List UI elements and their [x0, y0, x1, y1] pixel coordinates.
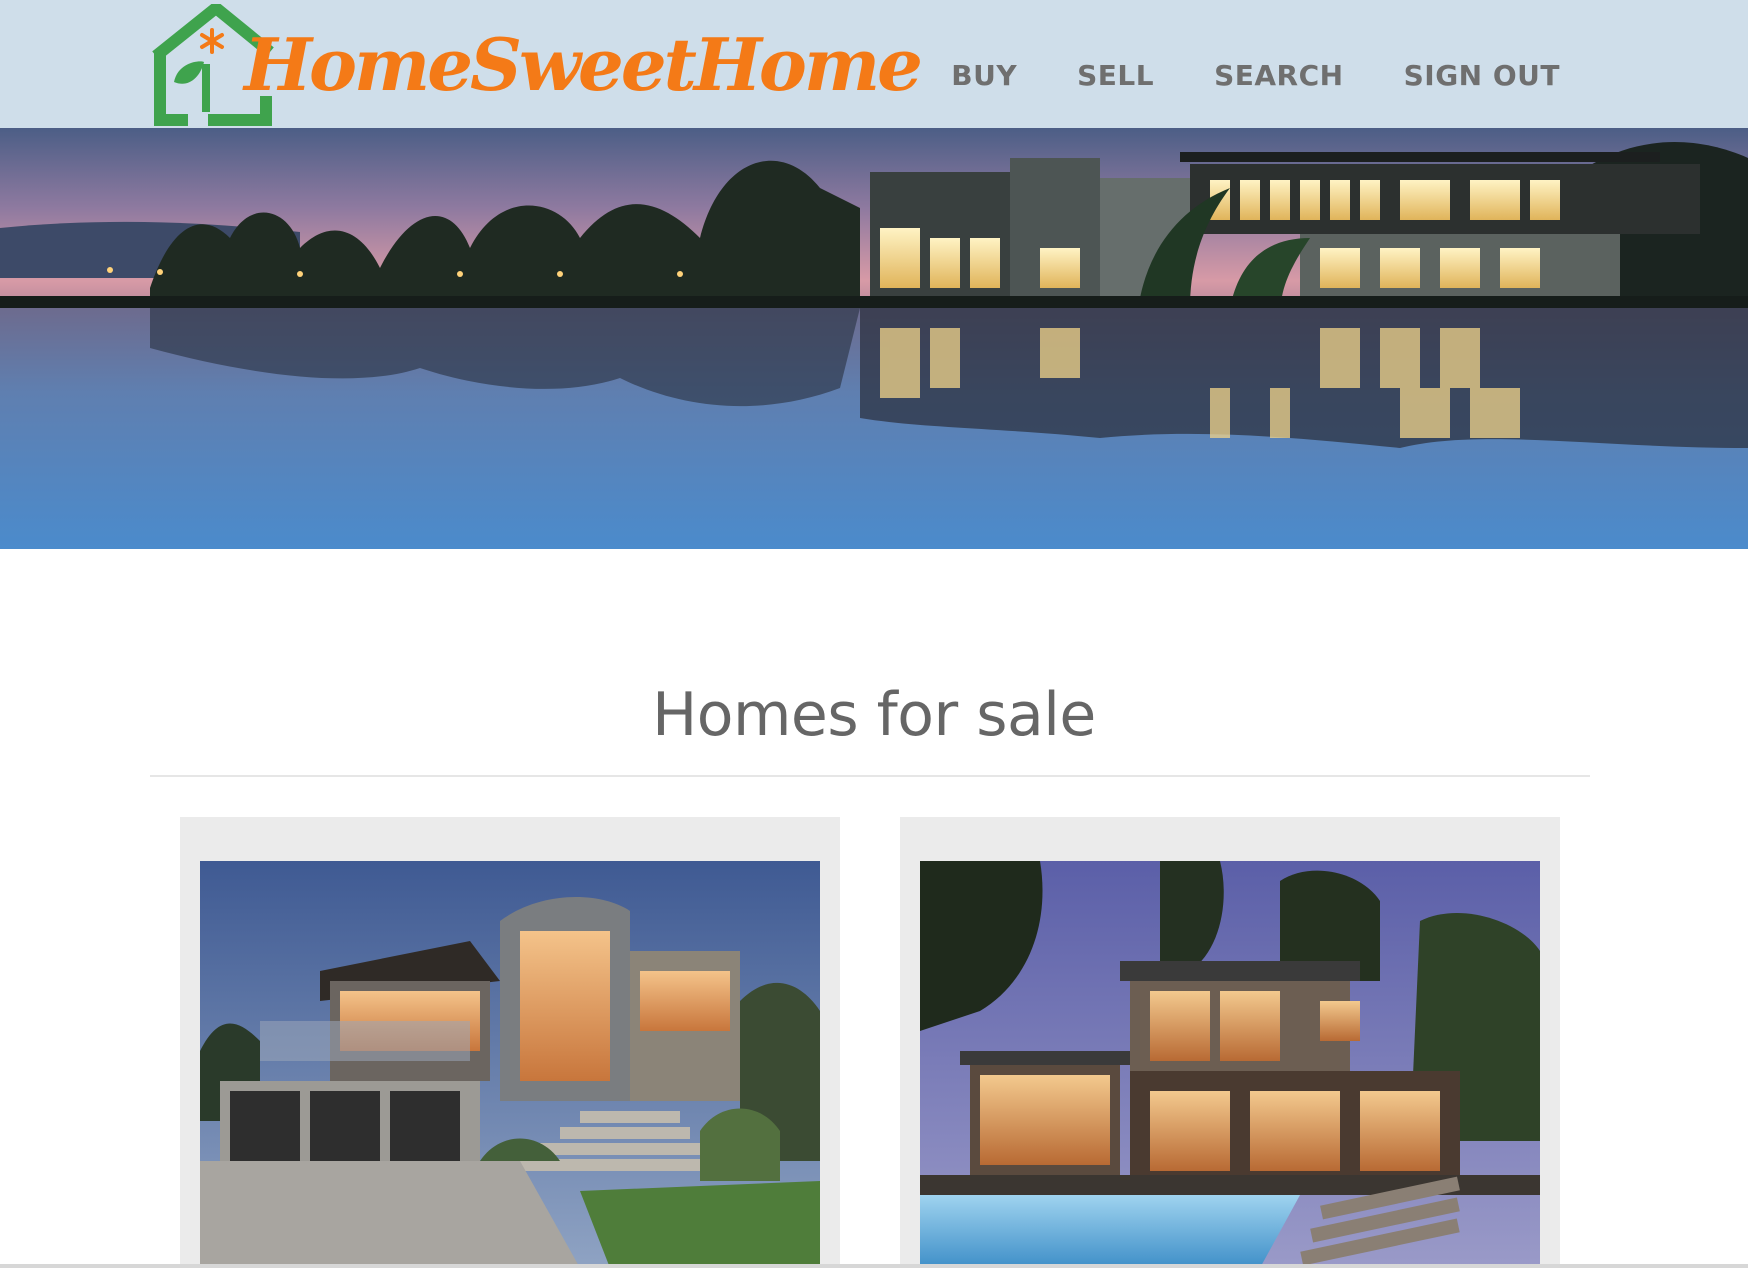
brand-logo[interactable]: HomeSweetHome — [148, 4, 923, 128]
modern-hillside-house-with-garage-image — [200, 861, 820, 1268]
nav-sell[interactable]: SELL — [1077, 52, 1154, 100]
section-title: Homes for sale — [652, 680, 1096, 750]
listing-photo[interactable] — [920, 861, 1540, 1268]
page-bottom-edge — [0, 1264, 1748, 1268]
main-nav: BUY SELL SEARCH SIGN OUT — [951, 52, 1560, 100]
nav-search[interactable]: SEARCH — [1214, 52, 1344, 100]
hero-image — [0, 128, 1748, 549]
listing-photo[interactable] — [200, 861, 820, 1268]
nav-sign-out[interactable]: SIGN OUT — [1404, 52, 1560, 100]
hero-banner — [0, 128, 1748, 549]
modern-house-with-pool-at-night-image — [920, 861, 1540, 1268]
brand-name: HomeSweetHome — [244, 22, 923, 107]
listing-card[interactable] — [900, 817, 1560, 1268]
section-divider — [150, 775, 1590, 777]
listing-card[interactable] — [180, 817, 840, 1268]
nav-buy[interactable]: BUY — [951, 52, 1017, 100]
site-header: HomeSweetHome BUY SELL SEARCH SIGN OUT — [0, 0, 1748, 128]
